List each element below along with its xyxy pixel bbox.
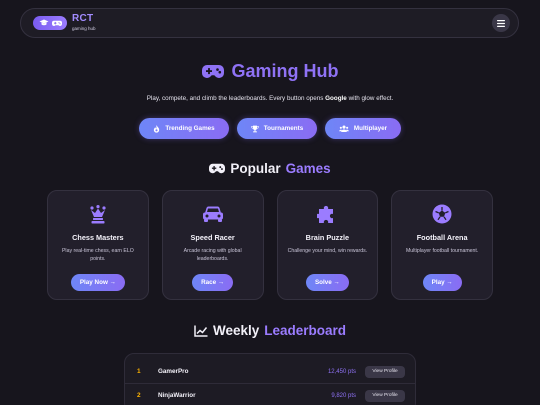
tournaments-label: Tournaments [263, 125, 304, 132]
users-icon [338, 125, 349, 132]
popular-games-heading: Popular Games [0, 161, 540, 176]
gamepad-icon [51, 20, 62, 26]
game-card-speed-racer[interactable]: Speed Racer Arcade racing with global le… [161, 190, 264, 300]
leaderboard-heading-word2: Leaderboard [264, 323, 347, 338]
leaderboard-row: 1 GamerPro 12,450 pts View Profile [125, 360, 415, 384]
car-icon [202, 204, 224, 224]
page-title: Gaming Hub [231, 61, 339, 81]
popular-heading-word1: Popular [230, 161, 281, 176]
game-card-brain-puzzle[interactable]: Brain Puzzle Challenge your mind, win re… [276, 190, 379, 300]
view-profile-button[interactable]: View Profile [365, 389, 405, 402]
view-profile-button[interactable]: View Profile [365, 365, 405, 378]
card-description: Play real-time chess, earn ELO points. [61, 248, 134, 262]
menu-button[interactable] [492, 14, 510, 32]
football-icon [432, 204, 452, 224]
game-card-chess[interactable]: Chess Masters Play real-time chess, earn… [47, 190, 149, 300]
player-points: 12,450 pts [327, 368, 356, 375]
graduation-cap-icon [39, 19, 48, 26]
card-title: Chess Masters [72, 233, 124, 242]
fire-icon [154, 124, 160, 133]
player-name: GamerPro [158, 368, 189, 375]
card-title: Football Arena [416, 233, 468, 242]
card-description: Multiplayer football tournament. [405, 248, 479, 254]
trending-games-label: Trending Games [165, 125, 215, 132]
gamepad-icon [201, 65, 224, 78]
play-now-button[interactable]: Play Now → [70, 274, 125, 291]
hero-subtitle-end: with glow effect. [346, 95, 394, 102]
leaderboard-heading-word1: Weekly [212, 323, 260, 338]
card-title: Speed Racer [190, 233, 235, 242]
card-description: Challenge your mind, win rewards. [287, 248, 368, 254]
brand: RCT gaming hub [72, 14, 96, 32]
leaderboard-heading: Weekly Leaderboard [0, 323, 540, 338]
popular-heading-word2: Games [285, 161, 331, 176]
game-card-grid: Chess Masters Play real-time chess, earn… [47, 190, 493, 300]
gamepad-icon [209, 163, 226, 174]
puzzle-icon [317, 204, 337, 224]
brand-name[interactable]: RCT [72, 14, 96, 24]
hero-title: Gaming Hub [0, 61, 540, 82]
hero-subtitle-text: Play, compete, and climb the leaderboard… [146, 95, 326, 102]
hamburger-icon [497, 19, 505, 27]
race-button[interactable]: Race → [192, 274, 234, 291]
leaderboard-table: 1 GamerPro 12,450 pts View Profile 2 Nin… [124, 353, 416, 405]
play-button[interactable]: Play → [422, 274, 462, 291]
trophy-icon [251, 125, 259, 132]
multiplayer-label: Multiplayer [353, 125, 388, 132]
chart-line-icon [194, 325, 208, 337]
multiplayer-button[interactable]: Multiplayer [325, 118, 401, 139]
rank-number: 2 [137, 392, 141, 399]
top-nav-bar: RCT gaming hub [20, 8, 519, 38]
tournaments-button[interactable]: Tournaments [237, 118, 317, 139]
card-title: Brain Puzzle [305, 233, 350, 242]
player-points: 9,820 pts [331, 392, 356, 399]
hero-subtitle: Play, compete, and climb the leaderboard… [0, 95, 540, 102]
leaderboard-row: 2 NinjaWarrior 9,820 pts View Profile [125, 384, 415, 405]
solve-button[interactable]: Solve → [305, 274, 349, 291]
logo-badge[interactable] [33, 16, 67, 30]
player-name: NinjaWarrior [158, 392, 196, 399]
hero-subtitle-bold: Google [325, 95, 347, 102]
rank-number: 1 [137, 368, 141, 375]
card-description: Arcade racing with global leaderboards. [183, 248, 242, 262]
game-card-football-arena[interactable]: Football Arena Multiplayer football tour… [391, 190, 493, 300]
chess-icon [88, 204, 108, 224]
trending-games-button[interactable]: Trending Games [139, 118, 229, 139]
hero-button-group: Trending Games Tournaments Multiplayer [0, 118, 540, 139]
brand-tagline: gaming hub [72, 26, 96, 32]
